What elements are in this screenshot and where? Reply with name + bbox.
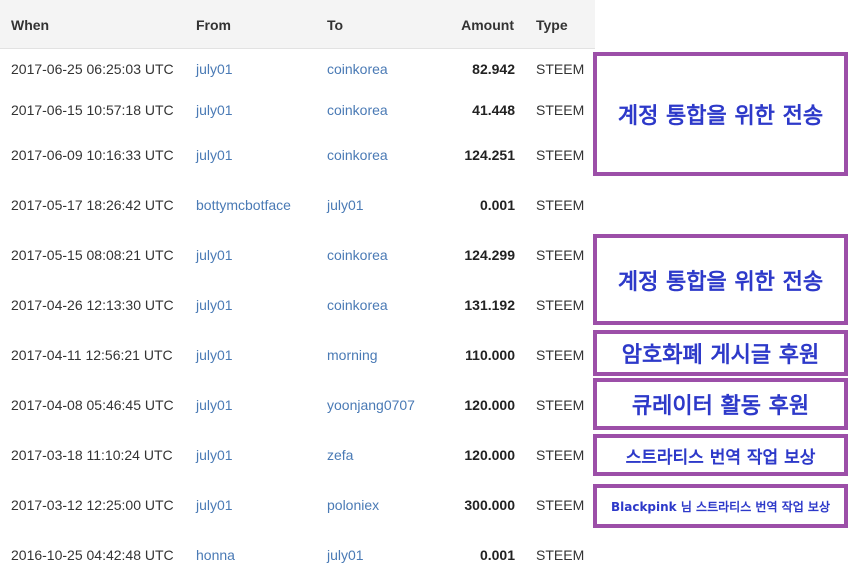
row-to-link[interactable]: coinkorea <box>327 100 388 120</box>
row-amount: 0.001 <box>479 547 515 563</box>
row-when: 2017-03-12 12:25:00 UTC <box>11 497 174 513</box>
row-amount: 120.000 <box>464 447 515 463</box>
row-type: STEEM <box>536 547 585 563</box>
row-amount: 0.001 <box>479 197 515 213</box>
row-from-link[interactable]: honna <box>196 545 235 565</box>
row-from-link[interactable]: july01 <box>196 495 233 515</box>
annotation-box: 계정 통합을 위한 전송 <box>593 52 848 176</box>
table-row: 2017-03-18 11:10:24 UTC july01 zefa 120.… <box>0 445 595 465</box>
row-from-link[interactable]: july01 <box>196 295 233 315</box>
row-when: 2017-05-15 08:08:21 UTC <box>11 247 174 263</box>
row-when: 2017-04-11 12:56:21 UTC <box>11 347 173 363</box>
row-type: STEEM <box>536 347 585 363</box>
annotation-box: 암호화폐 게시글 후원 <box>593 330 848 376</box>
table-row: 2017-03-12 12:25:00 UTC july01 poloniex … <box>0 495 595 515</box>
table-row: 2017-04-08 05:46:45 UTC july01 yoonjang0… <box>0 395 595 415</box>
header-from: From <box>196 17 231 33</box>
row-from-link[interactable]: july01 <box>196 445 233 465</box>
table-row: 2017-05-17 18:26:42 UTC bottymcbotface j… <box>0 195 595 215</box>
row-from-link[interactable]: july01 <box>196 245 233 265</box>
row-amount: 41.448 <box>472 102 515 118</box>
row-when: 2017-05-17 18:26:42 UTC <box>11 197 174 213</box>
annotation-box: 계정 통합을 위한 전송 <box>593 234 848 325</box>
row-amount: 300.000 <box>464 497 515 513</box>
row-to-link[interactable]: coinkorea <box>327 59 388 79</box>
row-amount: 124.299 <box>464 247 515 263</box>
table-row: 2017-06-09 10:16:33 UTC july01 coinkorea… <box>0 145 595 165</box>
row-type: STEEM <box>536 297 585 313</box>
row-type: STEEM <box>536 247 585 263</box>
row-from-link[interactable]: bottymcbotface <box>196 195 291 215</box>
row-when: 2017-03-18 11:10:24 UTC <box>11 447 173 463</box>
row-type: STEEM <box>536 102 585 118</box>
row-to-link[interactable]: coinkorea <box>327 145 388 165</box>
table-header: When From To Amount Type <box>0 0 595 49</box>
row-when: 2017-06-09 10:16:33 UTC <box>11 147 174 163</box>
row-amount: 82.942 <box>472 61 515 77</box>
row-from-link[interactable]: july01 <box>196 145 233 165</box>
table-row: 2017-06-25 06:25:03 UTC july01 coinkorea… <box>0 59 595 79</box>
row-to-link[interactable]: yoonjang0707 <box>327 395 415 415</box>
header-when: When <box>11 17 50 33</box>
row-when: 2017-06-15 10:57:18 UTC <box>11 102 174 118</box>
row-type: STEEM <box>536 447 585 463</box>
transfer-history-table: When From To Amount Type 2017-06-25 06:2… <box>0 0 595 577</box>
row-type: STEEM <box>536 61 585 77</box>
annotation-box: Blackpink 님 스트라티스 번역 작업 보상 <box>593 484 848 528</box>
row-type: STEEM <box>536 147 585 163</box>
row-from-link[interactable]: july01 <box>196 100 233 120</box>
annotation-box: 큐레이터 활동 후원 <box>593 378 848 430</box>
row-when: 2017-04-26 12:13:30 UTC <box>11 297 174 313</box>
row-to-link[interactable]: july01 <box>327 545 364 565</box>
row-to-link[interactable]: coinkorea <box>327 245 388 265</box>
row-amount: 110.000 <box>465 347 515 363</box>
row-type: STEEM <box>536 497 585 513</box>
row-when: 2017-04-08 05:46:45 UTC <box>11 397 174 413</box>
row-type: STEEM <box>536 397 585 413</box>
header-to: To <box>327 17 344 33</box>
row-from-link[interactable]: july01 <box>196 395 233 415</box>
row-to-link[interactable]: zefa <box>327 445 353 465</box>
row-when: 2017-06-25 06:25:03 UTC <box>11 61 174 77</box>
row-type: STEEM <box>536 197 585 213</box>
table-row: 2017-05-15 08:08:21 UTC july01 coinkorea… <box>0 245 595 265</box>
row-from-link[interactable]: july01 <box>196 345 233 365</box>
table-row: 2017-06-15 10:57:18 UTC july01 coinkorea… <box>0 100 595 120</box>
row-to-link[interactable]: coinkorea <box>327 295 388 315</box>
row-when: 2016-10-25 04:42:48 UTC <box>11 547 174 563</box>
header-amount: Amount <box>461 17 514 33</box>
row-to-link[interactable]: poloniex <box>327 495 379 515</box>
table-row: 2017-04-11 12:56:21 UTC july01 morning 1… <box>0 345 595 365</box>
row-to-link[interactable]: july01 <box>327 195 364 215</box>
header-type: Type <box>536 17 568 33</box>
row-amount: 124.251 <box>464 147 515 163</box>
annotation-box: 스트라티스 번역 작업 보상 <box>593 434 848 476</box>
row-amount: 131.192 <box>464 297 515 313</box>
row-from-link[interactable]: july01 <box>196 59 233 79</box>
table-row: 2016-10-25 04:42:48 UTC honna july01 0.0… <box>0 545 595 565</box>
table-row: 2017-04-26 12:13:30 UTC july01 coinkorea… <box>0 295 595 315</box>
row-to-link[interactable]: morning <box>327 345 378 365</box>
row-amount: 120.000 <box>464 397 515 413</box>
